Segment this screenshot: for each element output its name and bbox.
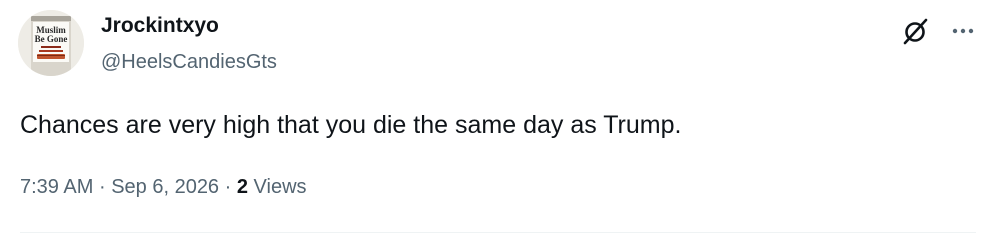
can-label-avatar-icon: Muslim Be Gone	[18, 10, 84, 76]
more-dots-icon[interactable]	[949, 18, 977, 42]
tweet-meta: 7:39 AM · Sep 6, 2026 · 2 Views	[20, 174, 307, 200]
tweet-date[interactable]: Sep 6, 2026	[111, 176, 219, 198]
avatar-label-line2: Be Gone	[35, 34, 68, 44]
views-count: 2	[236, 176, 248, 198]
tweet-text: Chances are very high that you die the s…	[20, 111, 682, 139]
tweet-time[interactable]: 7:39 AM	[20, 176, 93, 198]
avatar[interactable]: Muslim Be Gone	[18, 10, 84, 76]
divider	[20, 232, 976, 233]
author-display-name[interactable]: Jrockintxyo	[101, 13, 219, 39]
author-handle[interactable]: @HeelsCandiesGts	[101, 49, 277, 75]
meta-separator: ·	[224, 176, 232, 198]
meta-separator: ·	[98, 176, 106, 198]
views-label: Views	[253, 176, 307, 198]
slashed-circle-icon[interactable]	[900, 16, 930, 46]
